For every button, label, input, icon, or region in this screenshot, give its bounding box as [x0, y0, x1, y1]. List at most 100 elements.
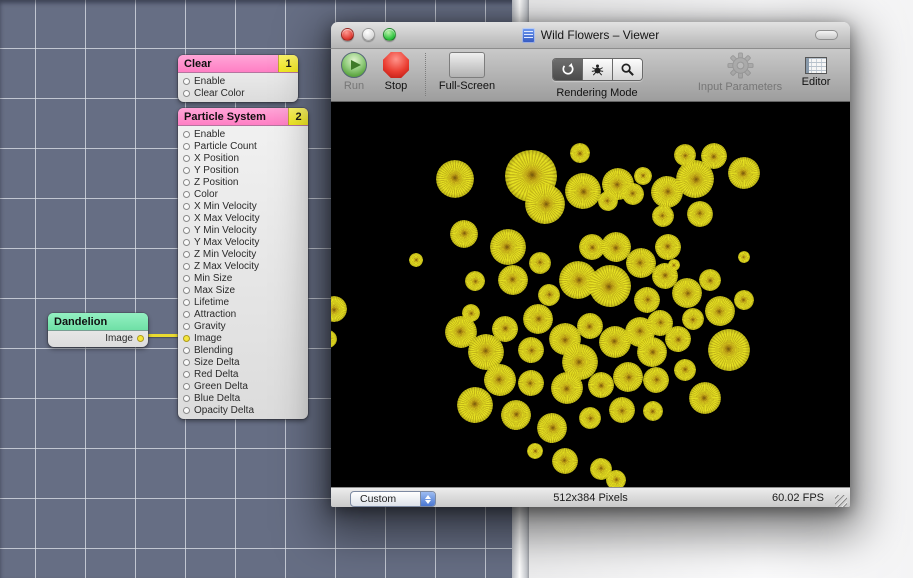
- port-label: Image: [194, 333, 222, 344]
- port-dot[interactable]: [183, 155, 190, 162]
- port-dot[interactable]: [183, 335, 190, 342]
- rendering-mode-label: Rendering Mode: [556, 87, 637, 99]
- dandelion-particle: [546, 442, 583, 479]
- node-dandelion-header[interactable]: Dandelion: [48, 313, 148, 331]
- port-row[interactable]: Clear Color: [178, 87, 298, 99]
- port-row[interactable]: Red Delta: [178, 368, 308, 380]
- port-label: Y Max Velocity: [194, 237, 259, 248]
- port-label: Clear Color: [194, 88, 245, 99]
- port-dot[interactable]: [183, 131, 190, 138]
- port-row[interactable]: Max Size: [178, 284, 308, 296]
- port-row[interactable]: Z Min Velocity: [178, 248, 308, 260]
- port-label: Blending: [194, 345, 233, 356]
- port-dot[interactable]: [183, 263, 190, 270]
- toolbar-toggle-button[interactable]: [815, 30, 838, 40]
- port-label: Lifetime: [194, 297, 229, 308]
- rendering-mode-debug-button[interactable]: [583, 59, 613, 80]
- port-dot[interactable]: [183, 203, 190, 210]
- port-dot[interactable]: [183, 167, 190, 174]
- output-port-dot[interactable]: [137, 335, 144, 342]
- port-row[interactable]: Size Delta: [178, 356, 308, 368]
- port-row[interactable]: Attraction: [178, 308, 308, 320]
- port-label: Color: [194, 189, 218, 200]
- dandelion-particle: [461, 267, 489, 295]
- stop-button[interactable]: Stop: [376, 52, 416, 92]
- port-row[interactable]: Blue Delta: [178, 392, 308, 404]
- port-row[interactable]: Green Delta: [178, 380, 308, 392]
- node-clear[interactable]: Clear 1 EnableClear Color: [178, 55, 298, 102]
- port-dot[interactable]: [183, 311, 190, 318]
- rendering-mode-normal-button[interactable]: [553, 59, 583, 80]
- port-row[interactable]: Image: [48, 332, 148, 345]
- port-dot[interactable]: [183, 251, 190, 258]
- dandelion-particle: [635, 336, 668, 369]
- port-dot[interactable]: [183, 227, 190, 234]
- port-row[interactable]: X Max Velocity: [178, 212, 308, 224]
- rendering-mode-profile-button[interactable]: [613, 59, 642, 80]
- port-row[interactable]: Color: [178, 188, 308, 200]
- node-title: Particle System: [178, 111, 288, 123]
- port-row[interactable]: Y Position: [178, 164, 308, 176]
- dandelion-particle: [684, 198, 716, 230]
- port-dot[interactable]: [183, 239, 190, 246]
- port-dot[interactable]: [183, 347, 190, 354]
- port-row[interactable]: Z Max Velocity: [178, 260, 308, 272]
- port-label: Max Size: [194, 285, 235, 296]
- port-dot[interactable]: [183, 78, 190, 85]
- port-row[interactable]: Z Position: [178, 176, 308, 188]
- port-dot[interactable]: [183, 299, 190, 306]
- port-label: Z Min Velocity: [194, 249, 256, 260]
- port-row[interactable]: Particle Count: [178, 140, 308, 152]
- dandelion-particle: [513, 332, 549, 368]
- port-row[interactable]: Min Size: [178, 272, 308, 284]
- node-particle-system[interactable]: Particle System 2 EnableParticle CountX …: [178, 108, 308, 419]
- port-dot[interactable]: [183, 371, 190, 378]
- port-dot[interactable]: [183, 143, 190, 150]
- port-row[interactable]: Gravity: [178, 320, 308, 332]
- port-row[interactable]: Opacity Delta: [178, 404, 308, 416]
- window-title: Wild Flowers – Viewer: [541, 28, 659, 42]
- fullscreen-icon: [449, 52, 485, 78]
- port-dot[interactable]: [183, 359, 190, 366]
- input-parameters-button[interactable]: Input Parameters: [685, 52, 795, 93]
- port-dot[interactable]: [183, 215, 190, 222]
- dandelion-particle: [736, 249, 751, 264]
- port-dot[interactable]: [183, 191, 190, 198]
- port-label: X Position: [194, 153, 239, 164]
- port-row[interactable]: Lifetime: [178, 296, 308, 308]
- port-row[interactable]: X Position: [178, 152, 308, 164]
- port-row[interactable]: Enable: [178, 75, 298, 87]
- dandelion-particle: [671, 356, 699, 384]
- port-row[interactable]: Blending: [178, 344, 308, 356]
- dandelion-particle: [492, 259, 534, 301]
- fullscreen-button[interactable]: Full-Screen: [427, 52, 507, 92]
- resize-grip-icon[interactable]: [835, 495, 847, 507]
- node-clear-header[interactable]: Clear 1: [178, 55, 298, 73]
- port-dot[interactable]: [183, 275, 190, 282]
- node-dandelion[interactable]: Dandelion Image: [48, 313, 148, 347]
- port-row[interactable]: Y Min Velocity: [178, 224, 308, 236]
- port-label: Attraction: [194, 309, 236, 320]
- node-particle-system-header[interactable]: Particle System 2: [178, 108, 308, 126]
- port-dot[interactable]: [183, 407, 190, 414]
- dandelion-particle: [568, 142, 591, 165]
- dandelion-particle: [331, 326, 341, 351]
- port-label: Red Delta: [194, 369, 238, 380]
- port-label: Min Size: [194, 273, 232, 284]
- port-dot[interactable]: [183, 90, 190, 97]
- run-button[interactable]: Run: [334, 52, 374, 92]
- port-dot[interactable]: [183, 383, 190, 390]
- port-row[interactable]: Image: [178, 332, 308, 344]
- port-dot[interactable]: [183, 287, 190, 294]
- fps-text: 60.02 FPS: [772, 492, 824, 504]
- port-dot[interactable]: [183, 395, 190, 402]
- titlebar[interactable]: Wild Flowers – Viewer: [331, 22, 850, 49]
- viewer-window: Wild Flowers – Viewer Run Stop Full-Scre…: [331, 22, 850, 507]
- fullscreen-label: Full-Screen: [439, 80, 495, 92]
- port-dot[interactable]: [183, 179, 190, 186]
- port-row[interactable]: Enable: [178, 128, 308, 140]
- port-row[interactable]: X Min Velocity: [178, 200, 308, 212]
- editor-button[interactable]: Editor: [791, 52, 841, 88]
- port-row[interactable]: Y Max Velocity: [178, 236, 308, 248]
- port-dot[interactable]: [183, 323, 190, 330]
